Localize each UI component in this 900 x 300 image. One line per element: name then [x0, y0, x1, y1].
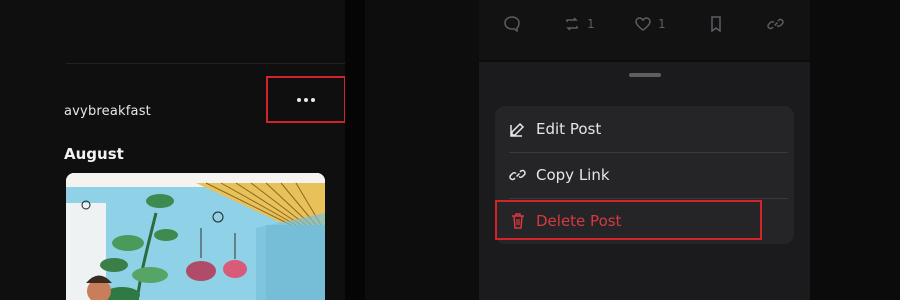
- more-dot: [304, 98, 308, 102]
- divider: [345, 0, 365, 300]
- left-post-panel: avybreakfast August: [0, 0, 345, 300]
- right-panel: 1 1 Edit Post Copy Link Delete Post: [365, 0, 810, 300]
- menu-item-edit-post[interactable]: Edit Post: [495, 106, 794, 152]
- menu-item-label: Delete Post: [536, 212, 622, 230]
- menu-item-copy-link[interactable]: Copy Link: [495, 152, 794, 198]
- divider: [66, 63, 345, 64]
- heart-icon: [635, 17, 651, 31]
- bookmark-button[interactable]: [707, 15, 725, 33]
- comment-icon: [504, 16, 520, 33]
- menu-item-delete-post[interactable]: Delete Post: [495, 198, 794, 244]
- edit-icon: [509, 120, 527, 138]
- more-options-button[interactable]: [290, 92, 322, 108]
- divider: [810, 0, 900, 300]
- post-action-bar: 1 1: [479, 0, 810, 60]
- link-icon: [767, 18, 784, 30]
- repost-button[interactable]: 1: [563, 15, 595, 33]
- more-dot: [311, 98, 315, 102]
- repost-icon: [566, 17, 578, 31]
- menu-item-label: Edit Post: [536, 120, 602, 138]
- share-link-button[interactable]: [767, 15, 785, 33]
- bookmark-icon: [711, 16, 721, 33]
- trash-icon: [509, 212, 527, 230]
- sheet-drag-handle[interactable]: [629, 73, 661, 77]
- link-icon: [509, 166, 527, 184]
- post-username[interactable]: avybreakfast: [64, 104, 151, 119]
- more-dots-icon: [297, 98, 301, 102]
- like-count: 1: [658, 17, 666, 31]
- post-image[interactable]: [66, 173, 325, 300]
- bottom-sheet: Edit Post Copy Link Delete Post: [479, 62, 810, 300]
- illustration-image: [66, 173, 325, 300]
- menu-item-label: Copy Link: [536, 166, 610, 184]
- post-options-menu: Edit Post Copy Link Delete Post: [495, 106, 794, 244]
- like-button[interactable]: 1: [634, 15, 666, 33]
- post-title: August: [64, 145, 124, 163]
- comment-button[interactable]: [503, 15, 521, 33]
- repost-count: 1: [587, 17, 595, 31]
